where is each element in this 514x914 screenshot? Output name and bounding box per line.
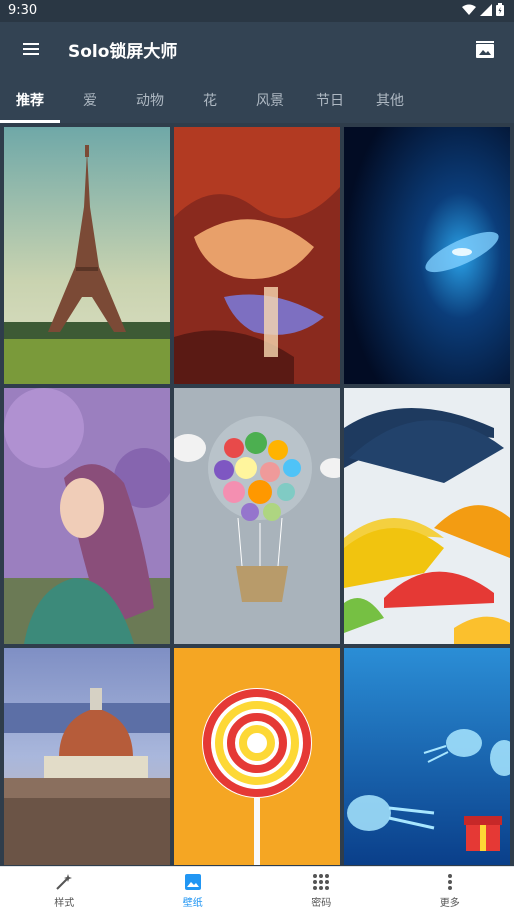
tab-recommended[interactable]: 推荐 <box>0 76 60 123</box>
pattern-lock-icon <box>311 872 331 892</box>
status-icons <box>462 3 504 16</box>
nav-wallpaper[interactable]: 壁纸 <box>129 867 258 914</box>
bottom-nav: 样式 壁纸 密码 更多 <box>0 866 514 914</box>
nav-password-label: 密码 <box>311 898 332 909</box>
wallpaper-umbrellas[interactable] <box>344 388 510 644</box>
wifi-icon <box>462 4 476 15</box>
wallpaper-florence-cathedral[interactable] <box>4 648 170 865</box>
status-time: 9:30 <box>8 3 38 18</box>
wallpaper-antelope-canyon[interactable] <box>174 127 340 384</box>
nav-style[interactable]: 样式 <box>0 867 129 914</box>
wallpaper-button-balloon[interactable] <box>174 388 340 644</box>
tab-holidays[interactable]: 节日 <box>300 76 360 123</box>
nav-style-label: 样式 <box>54 898 75 909</box>
magic-wand-icon <box>54 872 74 892</box>
more-vertical-icon <box>440 872 460 892</box>
wallpaper-eiffel-tower[interactable] <box>4 127 170 384</box>
nav-more-label: 更多 <box>439 898 460 909</box>
wallpaper-grid <box>0 123 514 865</box>
wallpaper-icon <box>183 872 203 892</box>
nav-password[interactable]: 密码 <box>257 867 386 914</box>
nav-more[interactable]: 更多 <box>386 867 514 914</box>
wallpaper-girl-purple[interactable] <box>4 388 170 644</box>
status-bar: 9:30 <box>0 0 514 22</box>
tab-love[interactable]: 爱 <box>60 76 120 123</box>
tab-animals[interactable]: 动物 <box>120 76 180 123</box>
tab-flowers[interactable]: 花 <box>180 76 240 123</box>
menu-icon[interactable] <box>18 36 44 62</box>
gallery-icon[interactable] <box>470 34 500 64</box>
signal-icon <box>480 3 492 16</box>
app-bar: Solo锁屏大师 <box>0 22 514 76</box>
app-title: Solo锁屏大师 <box>68 42 178 62</box>
nav-wallpaper-label: 壁纸 <box>182 898 203 909</box>
category-tabs: 推荐 爱 动物 花 风景 节日 其他 <box>0 76 514 123</box>
tab-other[interactable]: 其他 <box>360 76 420 123</box>
wallpaper-jellyfish[interactable] <box>344 648 510 865</box>
wallpaper-lollipop[interactable] <box>174 648 340 865</box>
gift-icon <box>464 816 502 851</box>
battery-icon <box>496 3 504 16</box>
wallpaper-blue-galaxy[interactable] <box>344 127 510 384</box>
tab-scenery[interactable]: 风景 <box>240 76 300 123</box>
